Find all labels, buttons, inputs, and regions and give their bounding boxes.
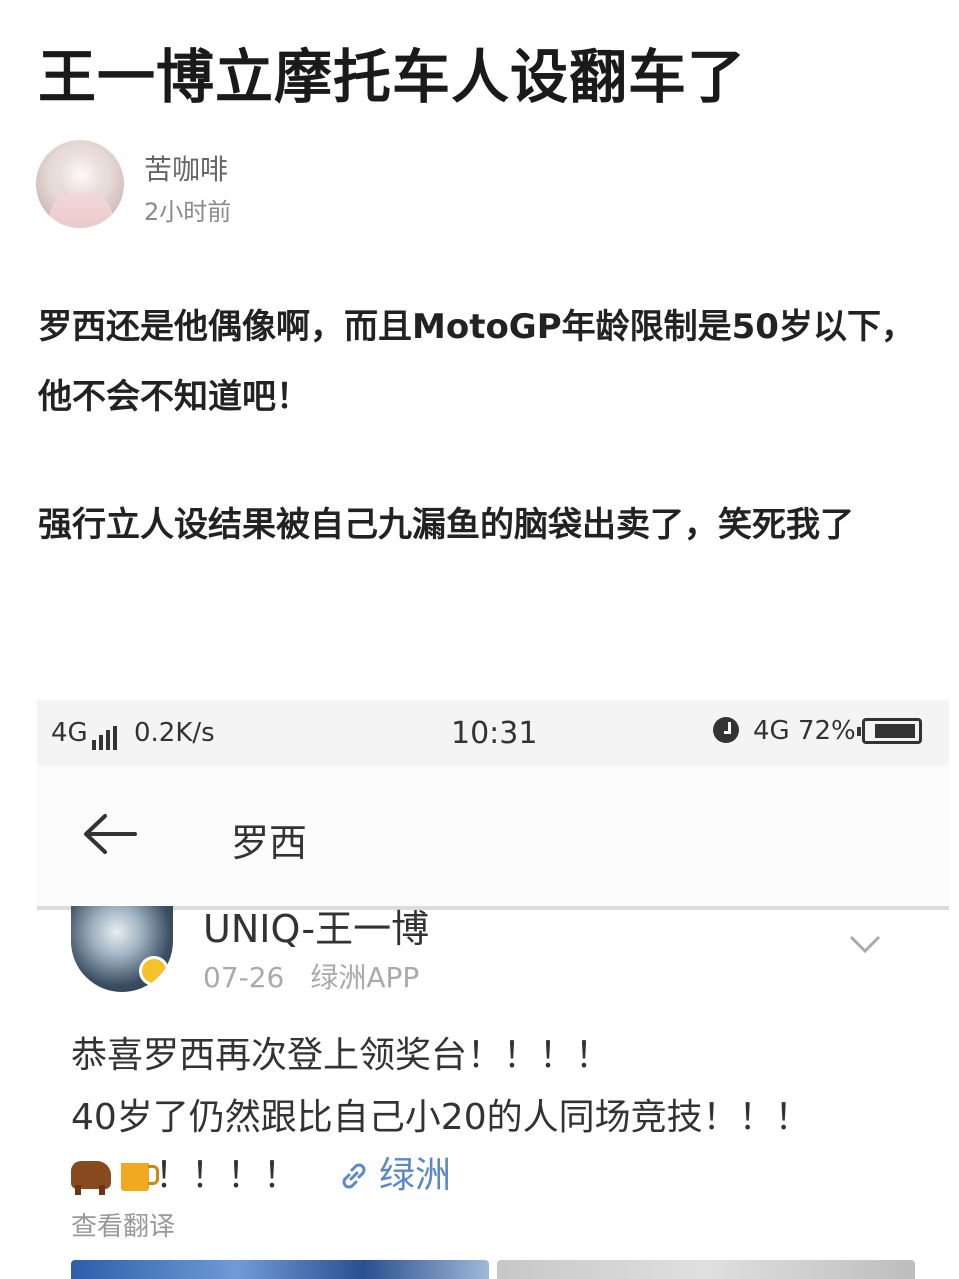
verified-badge-icon	[139, 956, 169, 986]
signal-icon	[91, 720, 120, 750]
author-avatar[interactable]	[36, 140, 124, 228]
nav-bar: 罗西	[37, 766, 949, 906]
status-time: 10:31	[451, 716, 538, 751]
author-name[interactable]: 苦咖啡	[144, 148, 228, 188]
link-icon	[342, 1163, 366, 1189]
status-bar: 4G 0.2K/s 10:31 4G 72%	[37, 700, 949, 766]
post-line-3: ！！！！ 绿洲	[71, 1146, 451, 1198]
post-source: 绿洲APP	[310, 961, 420, 994]
oasis-link[interactable]: 绿洲	[339, 1155, 451, 1196]
back-arrow-icon[interactable]	[81, 812, 137, 856]
cow-emoji-icon	[71, 1161, 111, 1195]
post-avatar[interactable]	[71, 906, 173, 992]
post-meta: 07-26 绿洲APP	[203, 956, 419, 996]
post-line-3-text: ！！！！	[155, 1155, 300, 1196]
network-label: 4G	[51, 718, 88, 748]
embedded-screenshot: 4G 0.2K/s 10:31 4G 72% 罗西 UNIQ-王一博 07-26…	[37, 700, 949, 1279]
article-title: 王一博立摩托车人设翻车了	[38, 43, 747, 111]
battery-percent: 72%	[797, 716, 856, 746]
paragraph-2: 强行立人设结果被自己九漏鱼的脑袋出卖了，笑死我了	[38, 505, 854, 545]
beer-emoji-icon	[121, 1155, 159, 1191]
paragraph-1: 罗西还是他偶像啊，而且MotoGP年龄限制是50岁以下，他不会不知道吧！	[38, 307, 915, 417]
battery-icon	[856, 718, 922, 744]
nav-title: 罗西	[231, 821, 308, 865]
post-line-2: 40岁了仍然跟比自己小20的人同场竞技！！！	[71, 1097, 811, 1138]
weibo-post[interactable]: UNIQ-王一博 07-26 绿洲APP 恭喜罗西再次登上领奖台！！！！ 40岁了…	[37, 906, 949, 1279]
network-speed: 0.2K/s	[133, 718, 215, 748]
post-date: 07-26	[203, 961, 285, 994]
translate-link[interactable]: 查看翻译	[71, 1206, 175, 1243]
post-time: 2小时前	[144, 198, 232, 226]
post-username[interactable]: UNIQ-王一博	[203, 898, 429, 953]
author-row[interactable]: 苦咖啡 2小时前	[36, 140, 536, 230]
chevron-down-icon[interactable]	[849, 934, 881, 954]
post-line-1: 恭喜罗西再次登上领奖台！！！！	[71, 1035, 612, 1076]
alarm-icon	[713, 717, 739, 743]
oasis-link-label: 绿洲	[379, 1155, 452, 1196]
post-image-2[interactable]	[497, 1260, 915, 1279]
network-label-right: 4G	[753, 716, 790, 746]
post-image-1[interactable]	[71, 1260, 489, 1279]
